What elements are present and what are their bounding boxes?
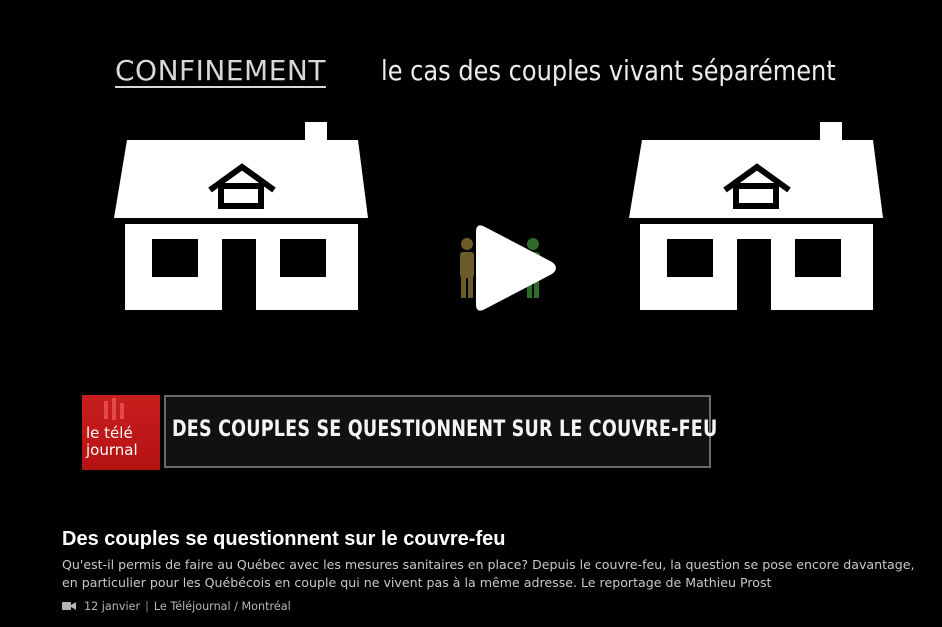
video-title[interactable]: Des couples se questionnent sur le couvr…: [62, 526, 932, 552]
video-info: Des couples se questionnent sur le couvr…: [62, 526, 932, 614]
logo-text: le télé journal: [86, 425, 160, 459]
video-frame-title: CONFINEMENT le cas des couples vivant sé…: [0, 52, 942, 96]
video-player[interactable]: CONFINEMENT le cas des couples vivant sé…: [0, 0, 942, 510]
logo-waves-icon: [104, 398, 124, 420]
house-right-illustration: [629, 122, 883, 310]
banner-caption-text: DES COUPLES SE QUESTIONNENT SUR LE COUVR…: [172, 417, 718, 442]
news-banner: le télé journal DES COUPLES SE QUESTIONN…: [82, 394, 718, 472]
video-camera-icon: [62, 602, 76, 610]
video-description: Qu'est-il permis de faire au Québec avec…: [62, 556, 932, 592]
house-left-illustration: [114, 122, 368, 310]
title-confinement: CONFINEMENT: [115, 54, 326, 87]
telejournal-logo: le télé journal: [82, 395, 160, 470]
description-line-2: en particulier pour les Québécois en cou…: [62, 575, 772, 590]
meta-separator: |: [145, 599, 149, 613]
page: CONFINEMENT le cas des couples vivant sé…: [0, 0, 942, 627]
play-icon[interactable]: [468, 222, 558, 314]
program-link[interactable]: Le Téléjournal / Montréal: [154, 600, 291, 613]
video-meta: 12 janvier | Le Téléjournal / Montréal: [62, 598, 932, 614]
title-subject: le cas des couples vivant séparément: [381, 54, 836, 87]
publish-date: 12 janvier: [84, 599, 141, 613]
logo-line-1: le télé: [86, 424, 133, 442]
description-line-1: Qu'est-il permis de faire au Québec avec…: [62, 557, 915, 572]
logo-line-2: journal: [86, 441, 138, 459]
